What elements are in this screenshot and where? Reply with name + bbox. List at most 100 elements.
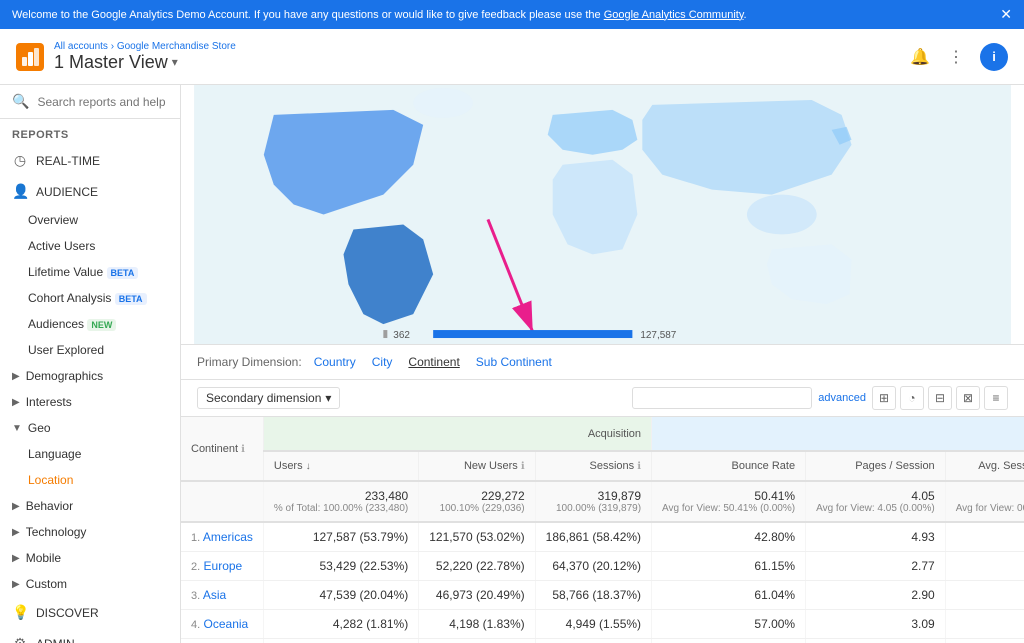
sidebar-item-discover[interactable]: 💡 DISCOVER — [0, 597, 180, 628]
sidebar-group-custom[interactable]: ▶ Custom — [0, 571, 180, 597]
dimension-bar: Primary Dimension: Country City Continen… — [181, 345, 1024, 380]
search-right: advanced ⊞ ◔ ⊟ ⊠ ≡ — [632, 386, 1008, 410]
dim-continent-btn[interactable]: Continent — [404, 353, 463, 371]
comparison-view-icon[interactable]: ⊟ — [928, 386, 952, 410]
total-sessions: 319,879 100.00% (319,879) — [535, 481, 651, 522]
world-map: 362 127,587 — [181, 85, 1024, 344]
cell-sessions: 186,861 (58.42%) — [535, 522, 651, 552]
cell-bounce-rate: 42.80% — [652, 522, 806, 552]
sidebar-item-realtime[interactable]: ◷ REAL-TIME — [0, 145, 180, 176]
sidebar-sub-overview[interactable]: Overview — [0, 207, 180, 233]
search-box: 🔍 — [0, 85, 180, 119]
sidebar-group-behavior[interactable]: ▶ Behavior — [0, 493, 180, 519]
dim-city-btn[interactable]: City — [368, 353, 397, 371]
sidebar-sub-active-users[interactable]: Active Users — [0, 233, 180, 259]
map-container: 362 127,587 — [181, 85, 1024, 345]
ga-logo — [16, 43, 44, 71]
realtime-label: REAL-TIME — [36, 154, 100, 168]
total-users: 233,480 % of Total: 100.00% (233,480) — [263, 481, 418, 522]
total-bounce-rate: 50.41% Avg for View: 50.41% (0.00%) — [652, 481, 806, 522]
breadcrumb: All accounts › Google Merchandise Store — [54, 41, 236, 52]
custom-label: Custom — [26, 577, 67, 591]
header: All accounts › Google Merchandise Store … — [0, 29, 1024, 85]
col-header-users[interactable]: Users ↓ — [263, 451, 418, 481]
svg-text:127,587: 127,587 — [640, 330, 676, 341]
chevron-right-icon: ▶ — [12, 371, 20, 382]
interests-label: Interests — [26, 395, 72, 409]
geo-label: Geo — [28, 421, 51, 435]
sidebar-item-audience[interactable]: 👤 AUDIENCE — [0, 176, 180, 207]
dim-subcontinent-btn[interactable]: Sub Continent — [472, 353, 556, 371]
total-new-users: 229,272 100.10% (229,036) — [419, 481, 535, 522]
banner-text: Welcome to the Google Analytics Demo Acc… — [12, 9, 747, 21]
discover-label: DISCOVER — [36, 606, 99, 620]
sidebar-group-geo[interactable]: ▼ Geo — [0, 415, 180, 441]
close-icon[interactable]: ✕ — [1000, 6, 1012, 23]
search-input[interactable] — [37, 95, 181, 109]
col-header-avg-session[interactable]: Avg. Session Duration ℹ — [945, 451, 1024, 481]
cell-users: 127,587 (53.79%) — [263, 522, 418, 552]
pie-view-icon[interactable]: ◔ — [900, 386, 924, 410]
sidebar: 🔍 Reports ◷ REAL-TIME 👤 AUDIENCE Overvie… — [0, 85, 181, 643]
pivot-view-icon[interactable]: ⊠ — [956, 386, 980, 410]
oceania-link[interactable]: Oceania — [204, 617, 249, 631]
behavior-group-header: Behavior — [652, 417, 1024, 451]
dim-country-btn[interactable]: Country — [310, 353, 360, 371]
table-search-input[interactable] — [632, 387, 812, 409]
sidebar-item-admin[interactable]: ⚙ ADMIN — [0, 628, 180, 643]
sidebar-group-mobile[interactable]: ▶ Mobile — [0, 545, 180, 571]
sidebar-group-demographics[interactable]: ▶ Demographics — [0, 363, 180, 389]
top-banner: Welcome to the Google Analytics Demo Acc… — [0, 0, 1024, 29]
cell-pages-session: 4.93 — [806, 522, 946, 552]
metrics-view-icon[interactable]: ≡ — [984, 386, 1008, 410]
americas-link[interactable]: Americas — [203, 530, 253, 544]
chevron-right-icon3: ▶ — [12, 501, 20, 512]
view-icons: ⊞ ◔ ⊟ ⊠ ≡ — [872, 386, 1008, 410]
grid-view-icon[interactable]: ⊞ — [872, 386, 896, 410]
demographics-label: Demographics — [26, 369, 103, 383]
row-continent: 1. Americas — [181, 522, 263, 552]
advanced-search-btn[interactable]: advanced — [818, 392, 866, 404]
more-options-icon[interactable]: ⋮ — [944, 45, 968, 69]
avatar[interactable]: i — [980, 43, 1008, 71]
primary-dimension-label: Primary Dimension: — [197, 355, 302, 369]
banner-link[interactable]: Google Analytics Community — [604, 9, 744, 21]
secondary-bar: Secondary dimension ▾ advanced ⊞ ◔ ⊟ ⊠ ≡ — [181, 380, 1024, 417]
sidebar-sub-language[interactable]: Language — [0, 441, 180, 467]
person-icon: 👤 — [12, 183, 28, 200]
chevron-right-icon5: ▶ — [12, 553, 20, 564]
notification-icon[interactable]: 🔔 — [908, 45, 932, 69]
account-info: All accounts › Google Merchandise Store … — [54, 41, 236, 73]
secondary-dimension-select[interactable]: Secondary dimension ▾ — [197, 387, 340, 409]
dropdown-icon: ▾ — [325, 391, 331, 405]
col-header-bounce-rate[interactable]: Bounce Rate — [652, 451, 806, 481]
sidebar-sub-lifetime[interactable]: Lifetime Value BETA — [0, 259, 180, 285]
sidebar-sub-cohort[interactable]: Cohort Analysis BETA — [0, 285, 180, 311]
behavior-label: Behavior — [26, 499, 73, 513]
table-row: 5. Africa 3,999 (1.69%) 3,968 (1.73%) 4,… — [181, 639, 1024, 643]
breadcrumb-prefix[interactable]: All accounts — [54, 41, 108, 52]
asia-link[interactable]: Asia — [203, 588, 226, 602]
europe-link[interactable]: Europe — [204, 559, 243, 573]
layout: 🔍 Reports ◷ REAL-TIME 👤 AUDIENCE Overvie… — [0, 85, 1024, 643]
sidebar-group-technology[interactable]: ▶ Technology — [0, 519, 180, 545]
col-header-continent[interactable]: Continent ℹ — [181, 417, 263, 481]
col-header-new-users[interactable]: New Users ℹ — [419, 451, 535, 481]
sidebar-sub-audiences[interactable]: Audiences NEW — [0, 311, 180, 337]
chevron-right-icon2: ▶ — [12, 397, 20, 408]
main-content: 362 127,587 Primary Dimension: Country C… — [181, 85, 1024, 643]
gear-icon: ⚙ — [12, 635, 28, 643]
reports-section-header: Reports — [0, 119, 180, 145]
continent-info-icon[interactable]: ℹ — [241, 444, 245, 455]
view-title[interactable]: 1 Master View ▾ — [54, 52, 236, 73]
technology-label: Technology — [26, 525, 87, 539]
sidebar-sub-location[interactable]: Location — [0, 467, 180, 493]
col-header-sessions[interactable]: Sessions ℹ — [535, 451, 651, 481]
sidebar-sub-user-explorer[interactable]: User Explored — [0, 337, 180, 363]
new-users-info-icon[interactable]: ℹ — [521, 461, 525, 472]
sidebar-group-interests[interactable]: ▶ Interests — [0, 389, 180, 415]
sessions-info-icon[interactable]: ℹ — [637, 461, 641, 472]
breadcrumb-store[interactable]: Google Merchandise Store — [117, 41, 236, 52]
col-header-pages-session[interactable]: Pages / Session — [806, 451, 946, 481]
total-pages-session: 4.05 Avg for View: 4.05 (0.00%) — [806, 481, 946, 522]
